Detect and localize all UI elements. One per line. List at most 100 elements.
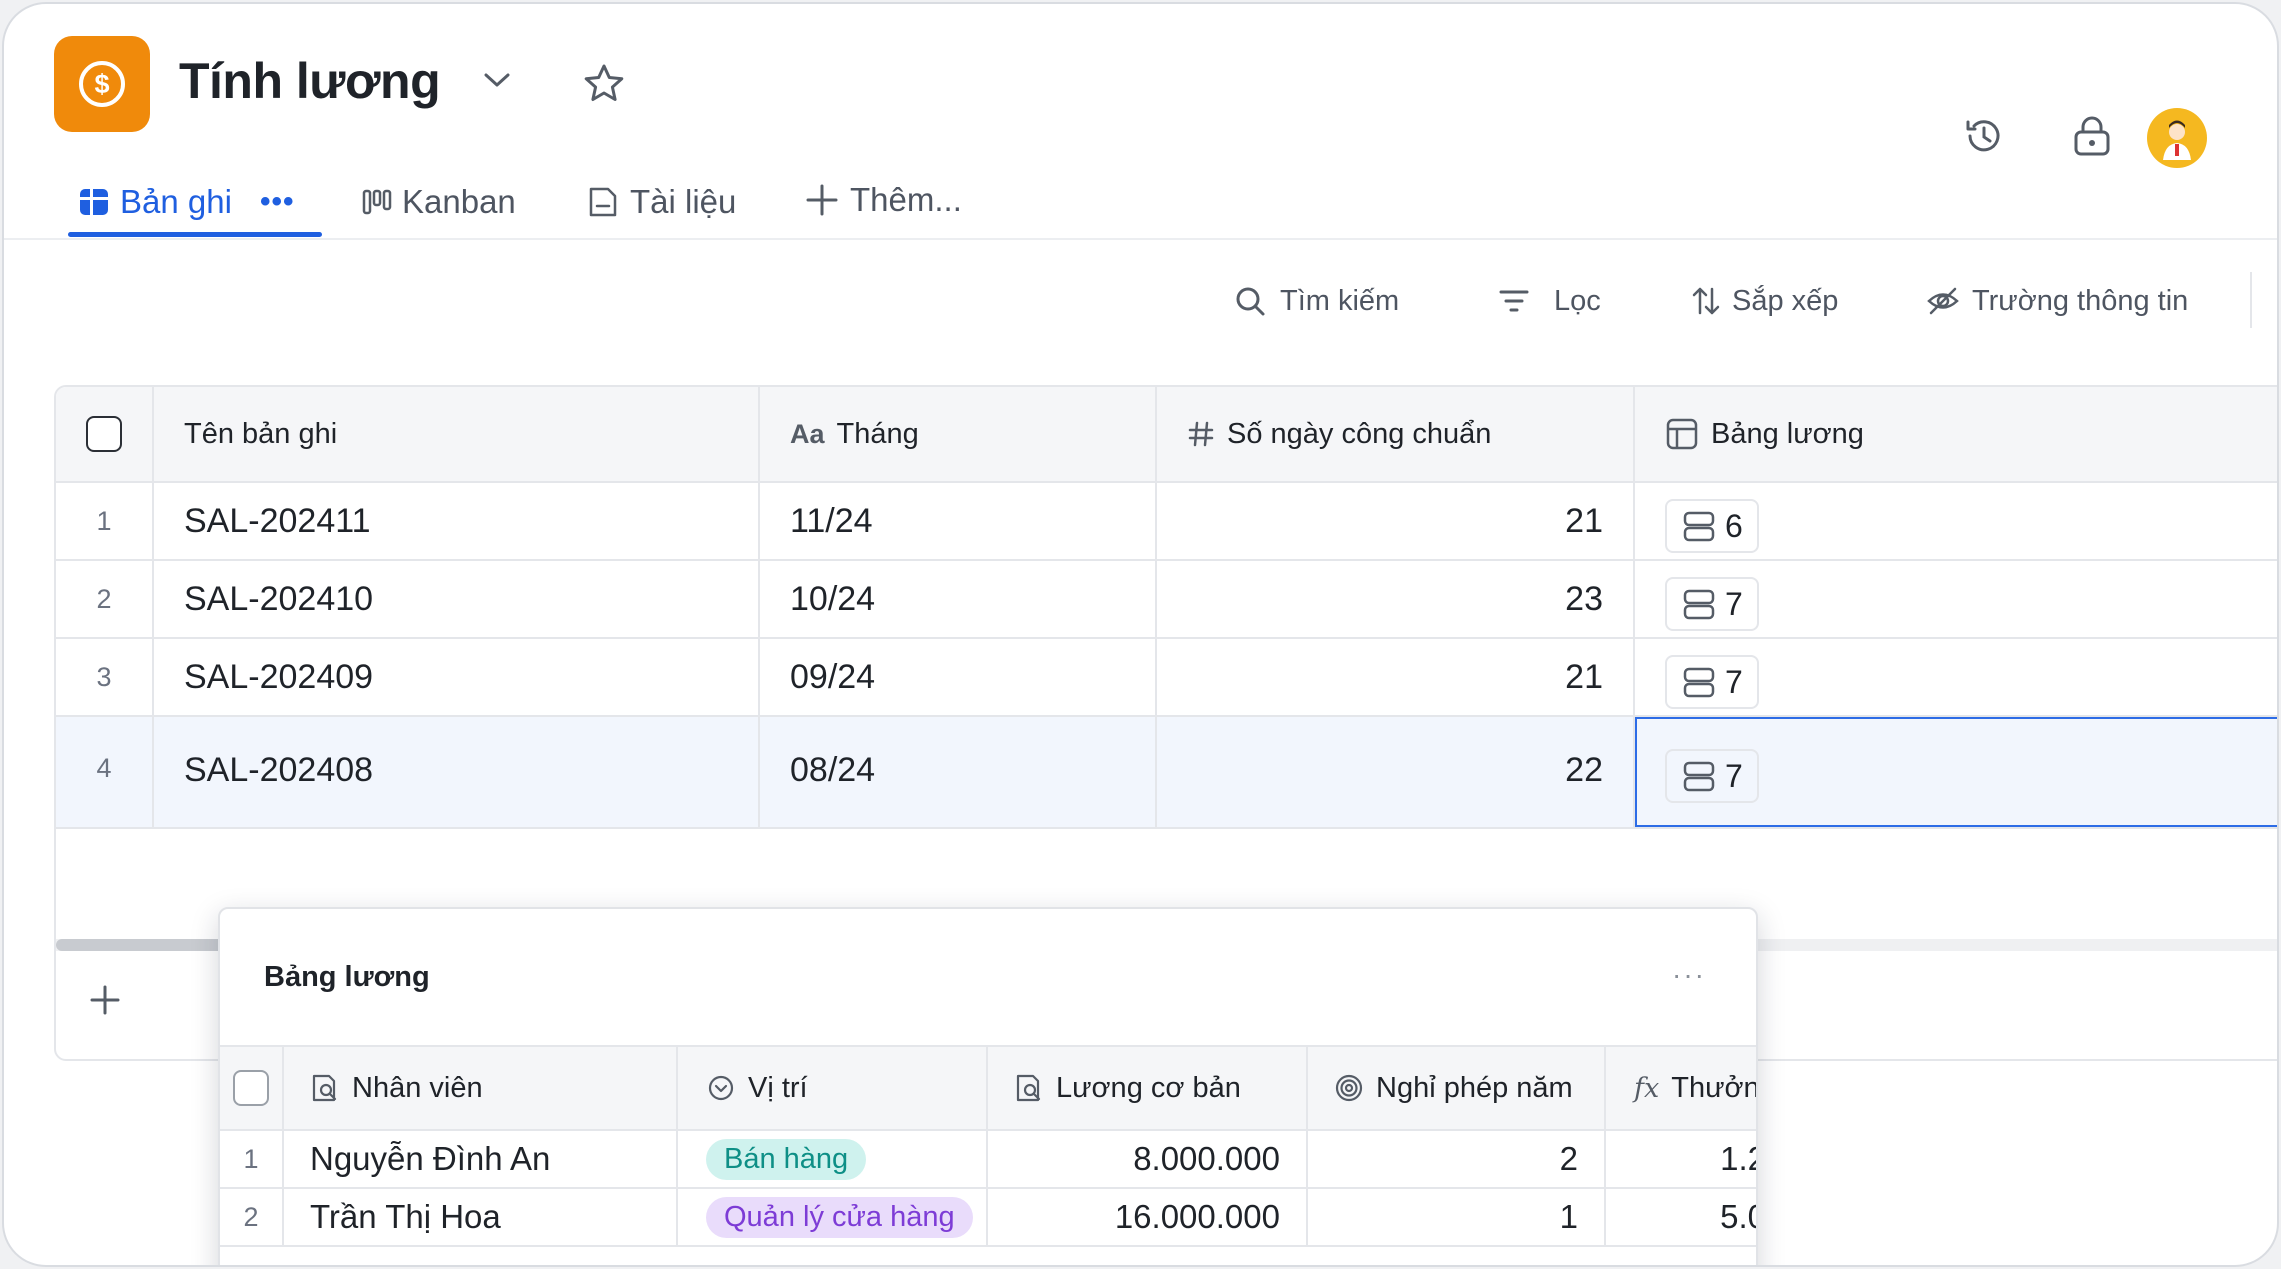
column-label: Nghỉ phép năm [1376,1071,1573,1104]
linked-records-chip[interactable]: 6 [1665,499,1759,553]
record-name[interactable]: SAL-202409 [184,658,373,697]
tab-documents[interactable]: Tài liệu [586,172,736,232]
month-value[interactable]: 09/24 [790,658,875,697]
dollar-icon: $ [79,61,125,107]
table-row[interactable]: 2 SAL-202410 10/24 23 7 [56,561,2277,639]
records-icon [1683,589,1715,620]
document-icon [589,187,617,217]
record-name[interactable]: SAL-202411 [184,502,371,541]
employee-name[interactable]: Trần Thị Hoa [310,1198,501,1236]
popup-title: Bảng lương [264,961,430,993]
plus-icon [90,985,120,1015]
column-label: Số ngày công chuẩn [1227,417,1492,450]
column-header-position[interactable]: Vị trí [678,1047,988,1129]
month-value[interactable]: 11/24 [790,502,873,541]
plus-icon [806,184,838,216]
table-row[interactable]: 1 SAL-202411 11/24 21 6 [56,483,2277,561]
base-salary-value[interactable]: 16.000.000 [1115,1198,1280,1236]
tab-records[interactable]: Bản ghi ••• [78,172,294,232]
divider [4,238,2277,240]
workdays-value[interactable]: 21 [1565,658,1603,697]
toolbar-divider [2250,272,2252,328]
position-tag[interactable]: Quản lý cửa hàng [706,1196,973,1238]
lookup-icon [310,1073,340,1103]
column-label: Tháng [836,417,919,450]
app-icon[interactable]: $ [54,36,150,132]
table-row[interactable]: 3 SAL-202409 09/24 21 7 [56,639,2277,717]
tab-add-more[interactable]: Thêm... [804,170,962,230]
fields-button[interactable]: Trường thông tin [1926,278,2188,324]
star-icon[interactable] [582,62,626,111]
payroll-table: Nhân viên Vị trí Lương cơ bản Nghỉ phép … [220,1045,1756,1265]
active-tab-indicator [68,232,322,237]
record-name[interactable]: SAL-202410 [184,580,373,619]
kanban-icon [362,189,392,215]
column-header-month[interactable]: Aa Tháng [760,387,1157,481]
base-salary-value[interactable]: 8.000.000 [1133,1140,1280,1178]
avatar[interactable] [2147,108,2207,168]
eye-off-icon [1927,287,1959,315]
bonus-value[interactable]: 5.0 [1720,1198,1756,1236]
row-number: 1 [96,505,112,536]
history-icon[interactable] [1962,114,2006,163]
filter-label: Lọc [1554,284,1601,317]
column-header-payroll[interactable]: Bảng lương [1635,387,2277,481]
linked-records-chip[interactable]: 7 [1665,577,1759,631]
page-title: Tính lương [179,53,441,109]
add-record-button[interactable] [88,983,122,1022]
column-header-employee[interactable]: Nhân viên [284,1047,678,1129]
formula-icon: fx [1634,1072,1660,1104]
workdays-value[interactable]: 22 [1565,751,1603,790]
column-header-base-salary[interactable]: Lương cơ bản [988,1047,1308,1129]
more-icon[interactable]: ••• [260,185,295,219]
table-header-row: Nhân viên Vị trí Lương cơ bản Nghỉ phép … [220,1047,1756,1131]
filter-button[interactable]: Lọc [1498,278,1601,324]
column-header-name[interactable]: Tên bản ghi [154,387,760,481]
search-icon [1236,287,1265,316]
row-number: 2 [96,583,112,614]
linked-table-icon [1665,417,1699,451]
rollup-icon [1334,1073,1364,1103]
tab-kanban[interactable]: Kanban [362,172,516,232]
app-window: $ Tính lương Bản ghi ••• Kanban Tài liệu… [2,2,2279,1267]
records-icon [1683,667,1715,698]
column-header-workdays[interactable]: Số ngày công chuẩn [1157,387,1635,481]
row-number: 3 [96,661,112,692]
table-icon [80,189,108,215]
select-all-checkbox[interactable] [86,416,122,452]
linked-count: 6 [1725,507,1743,544]
column-header-annual-leave[interactable]: Nghỉ phép năm [1308,1047,1606,1129]
more-icon[interactable]: ··· [1672,959,1706,991]
linked-count: 7 [1725,663,1743,700]
search-button[interactable]: Tìm kiếm [1234,278,1399,324]
focused-cell-outline [1635,717,2277,827]
tab-label: Thêm... [850,181,962,218]
month-value[interactable]: 10/24 [790,580,875,619]
annual-leave-value[interactable]: 2 [1560,1140,1578,1178]
table-header-row: Tên bản ghi Aa Tháng Số ngày công chuẩn … [56,387,2277,483]
workdays-value[interactable]: 21 [1565,502,1603,541]
table-row[interactable]: 1 Nguyễn Đình An Bán hàng 8.000.000 2 1.… [220,1131,1756,1189]
annual-leave-value[interactable]: 1 [1560,1198,1578,1236]
row-number: 2 [243,1201,259,1232]
sort-icon [1692,287,1720,315]
linked-records-popup: Bảng lương ··· Nhân viên Vị trí Lương cơ… [218,907,1758,1265]
tab-label: Bản ghi [120,183,232,220]
column-header-bonus[interactable]: fx Thưởng [1606,1047,1756,1129]
lock-icon[interactable] [2070,114,2114,163]
chevron-down-icon[interactable] [482,70,512,95]
employee-name[interactable]: Nguyễn Đình An [310,1140,550,1178]
position-tag[interactable]: Bán hàng [706,1138,867,1180]
select-all-checkbox[interactable] [233,1070,269,1106]
bonus-value[interactable]: 1.2 [1720,1140,1756,1178]
table-row[interactable]: 2 Trần Thị Hoa Quản lý cửa hàng 16.000.0… [220,1189,1756,1247]
workdays-value[interactable]: 23 [1565,580,1603,619]
filter-icon [1499,290,1529,312]
row-number: 4 [96,753,112,783]
header-checkbox-cell [56,387,154,481]
month-value[interactable]: 08/24 [790,751,875,790]
table-row[interactable]: 4 SAL-202408 08/24 22 7 [56,717,2277,829]
linked-records-chip[interactable]: 7 [1665,655,1759,709]
sort-button[interactable]: Sắp xếp [1690,278,1838,324]
record-name[interactable]: SAL-202408 [184,751,373,790]
